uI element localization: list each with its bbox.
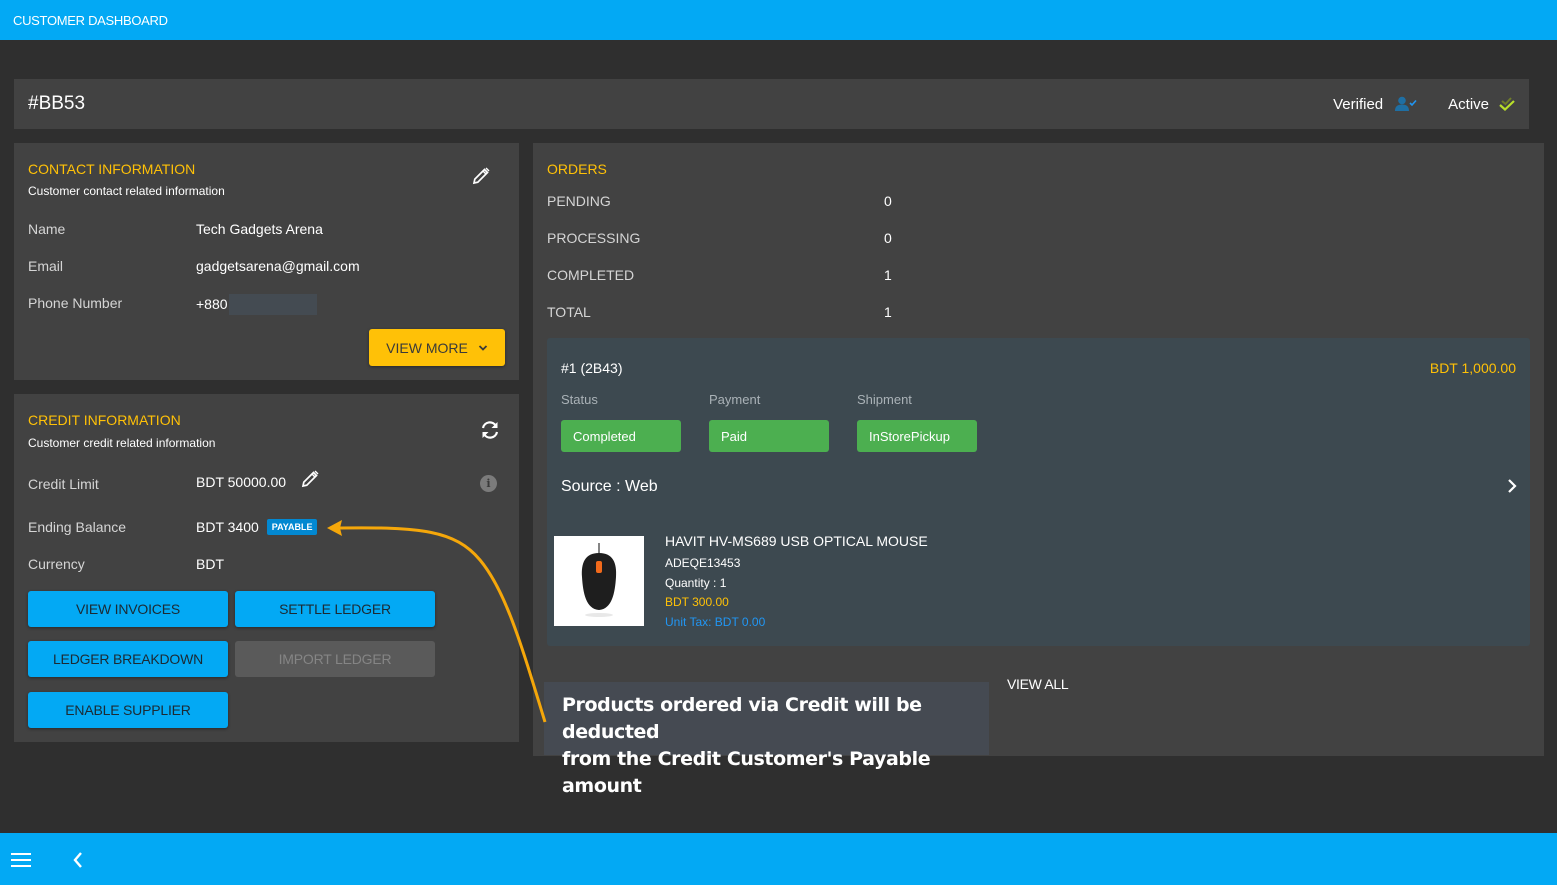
product-price: BDT 300.00 bbox=[665, 595, 729, 609]
stat-value: 0 bbox=[884, 193, 892, 209]
order-number: #1 (2B43) bbox=[561, 360, 623, 376]
payment-chip: Paid bbox=[709, 420, 829, 452]
contact-information-card: CONTACT INFORMATION Customer contact rel… bbox=[14, 143, 519, 380]
contact-section-title: CONTACT INFORMATION bbox=[28, 161, 196, 177]
order-details-button[interactable] bbox=[1506, 478, 1518, 499]
orders-stat-processing: PROCESSING 0 bbox=[547, 230, 892, 246]
bottom-nav-bar bbox=[0, 833, 1557, 885]
redacted-phone-digits bbox=[228, 294, 317, 315]
view-more-button[interactable]: VIEW MORE bbox=[369, 329, 505, 366]
status-label: Status bbox=[561, 392, 598, 407]
orders-section-title: ORDERS bbox=[547, 161, 607, 177]
orders-card: ORDERS PENDING 0 PROCESSING 0 COMPLETED … bbox=[533, 143, 1544, 756]
credit-limit-label: Credit Limit bbox=[28, 476, 99, 492]
app-title: CUSTOMER DASHBOARD bbox=[13, 12, 168, 28]
sync-icon bbox=[481, 421, 499, 439]
hamburger-menu-icon bbox=[11, 853, 31, 867]
info-icon[interactable]: i bbox=[480, 475, 497, 492]
field-label: Name bbox=[28, 221, 66, 237]
enable-supplier-button[interactable]: ENABLE SUPPLIER bbox=[28, 692, 228, 728]
top-app-bar: CUSTOMER DASHBOARD bbox=[0, 0, 1557, 40]
stat-value: 1 bbox=[884, 304, 892, 320]
chevron-right-icon bbox=[1508, 479, 1517, 493]
import-ledger-button: IMPORT LEDGER bbox=[235, 641, 435, 677]
order-item-card[interactable]: #1 (2B43) BDT 1,000.00 Status Payment Sh… bbox=[547, 338, 1530, 646]
phone-value-wrap: +880 bbox=[196, 294, 317, 316]
edit-credit-limit-button[interactable] bbox=[299, 468, 321, 490]
product-unit-tax: Unit Tax: BDT 0.00 bbox=[665, 615, 766, 629]
customer-status-group: Verified Active bbox=[1333, 79, 1517, 129]
orders-stat-completed: COMPLETED 1 bbox=[547, 267, 892, 283]
contact-section-subtitle: Customer contact related information bbox=[28, 184, 225, 198]
product-sku: ADEQE13453 bbox=[665, 556, 741, 570]
stat-label: PENDING bbox=[547, 193, 611, 209]
stat-label: TOTAL bbox=[547, 304, 591, 320]
ending-balance-value: BDT 3400 bbox=[196, 519, 259, 535]
view-more-label: VIEW MORE bbox=[386, 339, 468, 356]
annotation-line-2: from the Credit Customer's Payable amoun… bbox=[562, 748, 931, 797]
product-image bbox=[554, 536, 644, 626]
annotation-callout: Products ordered via Credit will be dedu… bbox=[544, 682, 989, 797]
customer-id: #BB53 bbox=[28, 93, 86, 114]
ending-balance-wrap: BDT 3400 PAYABLE bbox=[196, 519, 318, 536]
view-invoices-button[interactable]: VIEW INVOICES bbox=[28, 591, 228, 627]
currency-value: BDT bbox=[196, 556, 224, 572]
stat-label: PROCESSING bbox=[547, 230, 641, 246]
pencil-icon bbox=[301, 470, 319, 488]
field-label: Phone Number bbox=[28, 295, 123, 311]
active-label: Active bbox=[1448, 95, 1489, 113]
currency-label: Currency bbox=[28, 556, 85, 572]
order-source: Source : Web bbox=[561, 478, 658, 495]
credit-section-title: CREDIT INFORMATION bbox=[28, 412, 181, 428]
stat-value: 0 bbox=[884, 230, 892, 246]
customer-header: #BB53 Verified Active bbox=[14, 79, 1529, 129]
user-check-icon bbox=[1395, 96, 1417, 112]
product-name: HAVIT HV-MS689 USB OPTICAL MOUSE bbox=[665, 533, 928, 549]
ending-balance-label: Ending Balance bbox=[28, 519, 127, 535]
payment-label: Payment bbox=[709, 392, 761, 407]
annotation-line-1: Products ordered via Credit will be dedu… bbox=[562, 694, 922, 743]
settle-ledger-button[interactable]: SETTLE LEDGER bbox=[235, 591, 435, 627]
orders-stat-total: TOTAL 1 bbox=[547, 304, 892, 320]
view-all-orders-link[interactable]: VIEW ALL bbox=[1007, 676, 1069, 692]
orders-stat-pending: PENDING 0 bbox=[547, 193, 892, 209]
refresh-credit-button[interactable] bbox=[478, 418, 502, 442]
edit-contact-button[interactable] bbox=[470, 165, 492, 187]
status-chip: Completed bbox=[561, 420, 681, 452]
back-button[interactable] bbox=[72, 851, 84, 874]
shipment-label: Shipment bbox=[857, 392, 912, 407]
mouse-image bbox=[581, 543, 617, 617]
menu-button[interactable] bbox=[10, 851, 32, 874]
double-check-icon bbox=[1499, 96, 1517, 112]
verified-label: Verified bbox=[1333, 95, 1384, 113]
stat-label: COMPLETED bbox=[547, 267, 635, 283]
field-value: +880 bbox=[196, 296, 228, 313]
field-value: Tech Gadgets Arena bbox=[196, 221, 323, 237]
pencil-icon bbox=[472, 167, 490, 185]
product-quantity: Quantity : 1 bbox=[665, 576, 727, 590]
payable-badge: PAYABLE bbox=[266, 519, 318, 536]
stat-value: 1 bbox=[884, 267, 892, 283]
chevron-left-icon bbox=[73, 852, 82, 868]
credit-information-card: CREDIT INFORMATION Customer credit relat… bbox=[14, 394, 519, 742]
field-label: Email bbox=[28, 258, 64, 274]
field-value: gadgetsarena@gmail.com bbox=[196, 258, 360, 274]
order-total: BDT 1,000.00 bbox=[1429, 360, 1516, 376]
credit-limit-value: BDT 50000.00 bbox=[196, 474, 287, 490]
chevron-down-icon bbox=[478, 344, 487, 351]
credit-section-subtitle: Customer credit related information bbox=[28, 436, 216, 450]
ledger-breakdown-button[interactable]: LEDGER BREAKDOWN bbox=[28, 641, 228, 677]
shipment-chip: InStorePickup bbox=[857, 420, 977, 452]
